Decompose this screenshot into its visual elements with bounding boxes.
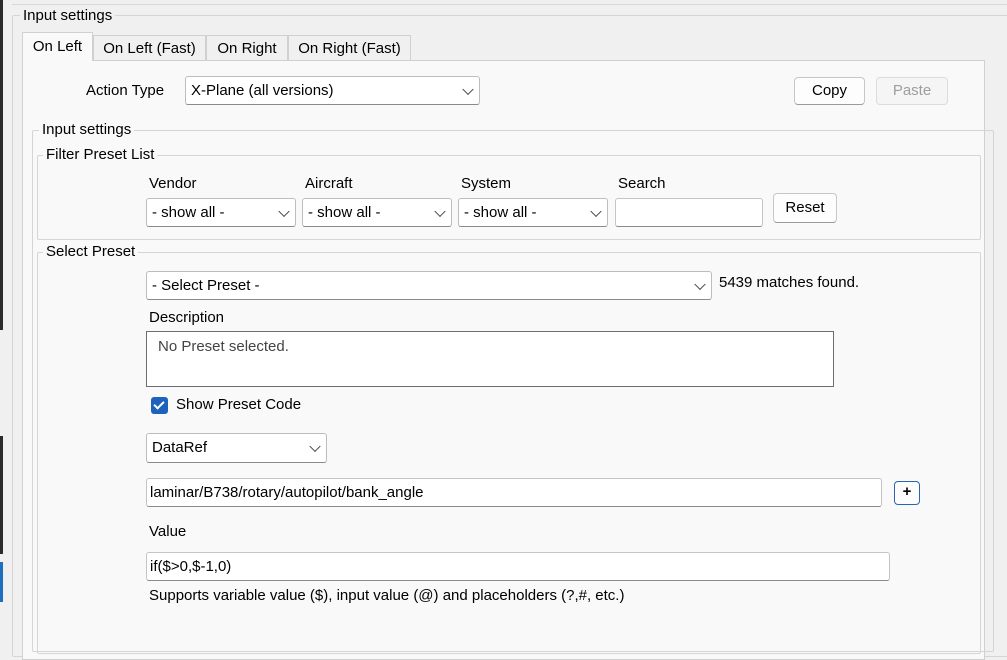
tab-on-left-fast[interactable]: On Left (Fast) <box>93 35 206 60</box>
system-select[interactable]: - show all - <box>458 198 608 227</box>
description-label: Description <box>149 309 225 326</box>
window-edge-accent <box>0 562 3 602</box>
dataref-input[interactable]: laminar/B738/rotary/autopilot/bank_angle <box>146 478 882 507</box>
select-preset-legend: Select Preset <box>43 243 139 261</box>
value-label: Value <box>149 523 187 540</box>
input-settings-legend: Input settings <box>39 121 135 139</box>
aircraft-value: - show all - <box>308 204 381 221</box>
matches-count: 5439 matches found. <box>719 274 860 291</box>
action-type-label: Action Type <box>86 82 165 99</box>
paste-button[interactable]: Paste <box>876 77 948 105</box>
chevron-down-icon <box>434 205 446 217</box>
value-hint: Supports variable value ($), input value… <box>149 587 625 604</box>
value-input[interactable]: if($>0,$-1,0) <box>146 552 890 581</box>
show-preset-code-label: Show Preset Code <box>176 396 302 413</box>
chevron-down-icon <box>278 205 290 217</box>
outer-group-legend: Input settings <box>20 7 116 25</box>
vendor-select[interactable]: - show all - <box>146 198 296 227</box>
description-textbox[interactable]: No Preset selected. <box>146 331 834 387</box>
aircraft-label: Aircraft <box>305 175 353 192</box>
aircraft-select[interactable]: - show all - <box>302 198 452 227</box>
top-divider <box>12 4 1007 5</box>
preset-select-value: - Select Preset - <box>152 277 260 294</box>
code-type-select[interactable]: DataRef <box>146 433 327 463</box>
vendor-value: - show all - <box>152 204 225 221</box>
tab-on-left[interactable]: On Left <box>22 32 93 61</box>
chevron-down-icon <box>309 440 321 453</box>
chevron-down-icon <box>590 205 602 217</box>
system-label: System <box>461 175 512 192</box>
copy-button[interactable]: Copy <box>794 77 865 105</box>
window-edge <box>0 436 3 554</box>
system-value: - show all - <box>464 204 537 221</box>
tab-on-right[interactable]: On Right <box>206 35 288 60</box>
search-input[interactable] <box>615 198 763 227</box>
show-preset-code-checkbox[interactable] <box>151 397 168 414</box>
preset-select[interactable]: - Select Preset - <box>146 271 712 300</box>
add-dataref-button[interactable]: + <box>894 481 920 505</box>
code-type-value: DataRef <box>152 439 208 456</box>
window-edge <box>0 0 3 330</box>
filter-preset-legend: Filter Preset List <box>43 146 158 164</box>
vendor-label: Vendor <box>149 175 197 192</box>
action-type-value: X-Plane (all versions) <box>191 82 334 99</box>
reset-button[interactable]: Reset <box>773 193 837 223</box>
tab-on-right-fast[interactable]: On Right (Fast) <box>288 35 411 60</box>
search-label: Search <box>618 175 666 192</box>
action-type-select[interactable]: X-Plane (all versions) <box>185 76 480 105</box>
chevron-down-icon <box>694 278 706 290</box>
chevron-down-icon <box>462 83 474 95</box>
